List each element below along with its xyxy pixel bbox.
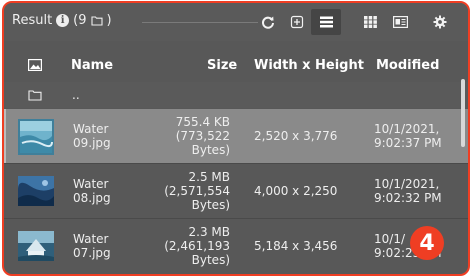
vertical-scrollbar[interactable] [461, 79, 465, 147]
parent-directory-label: .. [72, 88, 80, 102]
file-size: 755.4 KB (773,522 Bytes) [175, 115, 230, 157]
add-button[interactable] [287, 13, 307, 31]
column-header-modified[interactable]: Modified [376, 58, 439, 73]
file-modified: 10/1/2021, 9:02:37 PM [374, 122, 442, 150]
column-header-dimensions[interactable]: Width x Height [254, 58, 364, 73]
refresh-icon [262, 16, 274, 29]
column-header-name[interactable]: Name [71, 58, 113, 73]
file-dimensions: 5,184 x 3,456 [254, 239, 338, 253]
file-size: 2.5 MB (2,571,554 Bytes) [164, 170, 230, 212]
column-header-row: Name Size Width x Height Modified [4, 52, 468, 80]
info-icon[interactable]: i [56, 14, 70, 27]
gear-icon [433, 15, 447, 29]
file-browser-panel: Result i (9 ) Name Size Width x Height M… [2, 1, 470, 276]
file-row[interactable]: Water 08.jpg 2.5 MB (2,571,554 Bytes) 4,… [4, 164, 468, 218]
file-size: 2.3 MB (2,461,193 Bytes) [164, 225, 230, 267]
image-column-icon [28, 59, 42, 71]
settings-button[interactable] [430, 13, 450, 31]
file-dimensions: 4,000 x 2,250 [254, 184, 338, 198]
column-header-size[interactable]: Size [207, 58, 237, 73]
refresh-button[interactable] [258, 13, 278, 31]
result-count: (9 [73, 13, 87, 28]
result-title: Result i (9 ) [12, 13, 112, 28]
folder-icon [28, 90, 42, 101]
file-name: Water 09.jpg [73, 122, 111, 150]
panel-toolbar: Result i (9 ) [4, 3, 468, 41]
title-divider [142, 22, 258, 23]
file-row[interactable]: Water 07.jpg 2.3 MB (2,461,193 Bytes) 5,… [4, 219, 468, 273]
parent-directory-row[interactable]: .. [4, 82, 468, 108]
grid-view-icon [363, 16, 377, 28]
file-row[interactable]: Water 09.jpg 755.4 KB (773,522 Bytes) 2,… [4, 109, 468, 163]
file-thumbnail [18, 119, 54, 155]
file-name: Water 08.jpg [73, 177, 111, 205]
list-view-button[interactable] [311, 9, 341, 35]
selection-indicator [4, 109, 6, 163]
details-view-button[interactable] [390, 13, 410, 31]
folder-icon [90, 16, 103, 26]
grid-view-button[interactable] [360, 13, 380, 31]
file-name: Water 07.jpg [73, 232, 111, 260]
result-count-close: ) [106, 13, 112, 28]
list-view-icon [319, 16, 333, 28]
result-title-label: Result [12, 13, 53, 28]
file-thumbnail [18, 176, 54, 206]
step-number-badge: 4 [410, 226, 444, 260]
details-view-icon [392, 16, 408, 28]
add-icon [290, 15, 304, 29]
file-dimensions: 2,520 x 3,776 [254, 129, 338, 143]
file-thumbnail [18, 231, 54, 261]
file-modified: 10/1/2021, 9:02:32 PM [374, 177, 442, 205]
